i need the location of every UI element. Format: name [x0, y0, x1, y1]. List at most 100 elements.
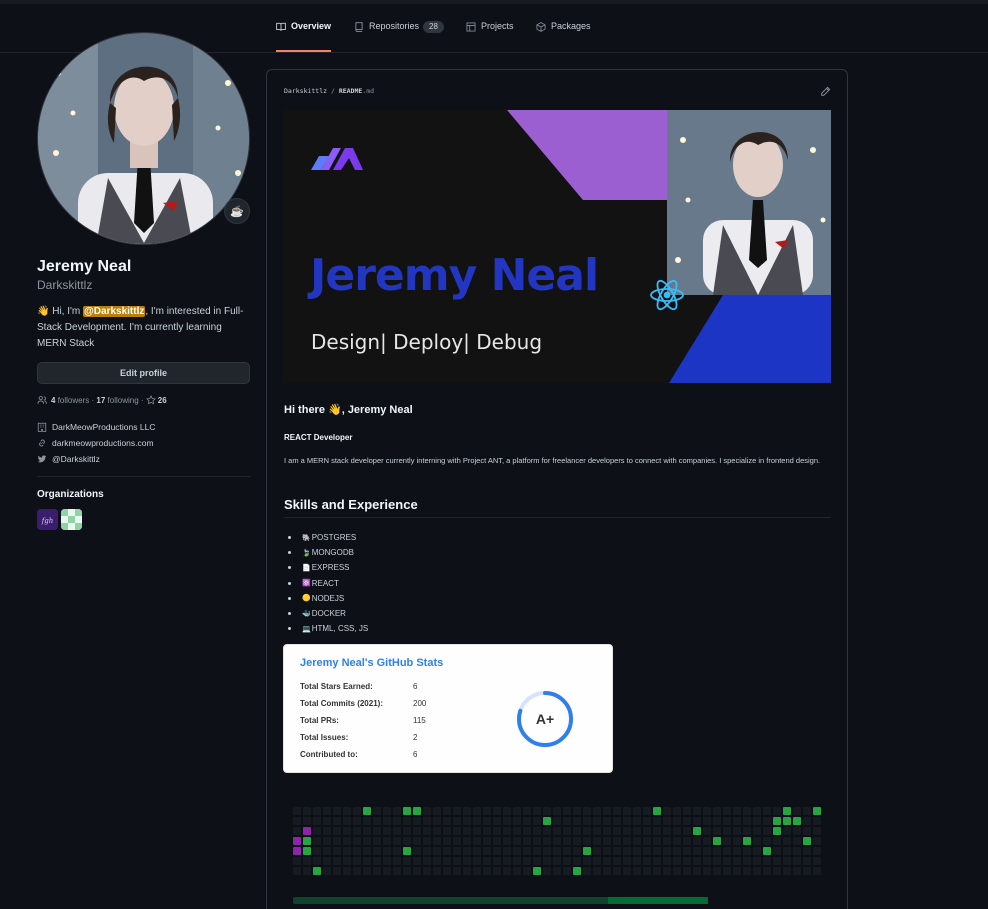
github-stats-card[interactable]: Jeremy Neal's GitHub Stats Total Stars E… — [283, 644, 613, 773]
contribution-cell[interactable] — [333, 837, 341, 845]
contribution-cell[interactable] — [603, 867, 611, 875]
contribution-cell[interactable] — [413, 857, 421, 865]
contribution-cell[interactable] — [713, 847, 721, 855]
contribution-cell[interactable] — [633, 827, 641, 835]
contribution-cell[interactable] — [313, 857, 321, 865]
contribution-cell[interactable] — [373, 817, 381, 825]
contribution-cell[interactable] — [553, 837, 561, 845]
contribution-cell[interactable] — [293, 817, 301, 825]
contribution-cell[interactable] — [643, 847, 651, 855]
contribution-cell[interactable] — [623, 867, 631, 875]
contribution-cell[interactable] — [343, 837, 351, 845]
contribution-cell[interactable] — [583, 817, 591, 825]
contribution-cell[interactable] — [303, 857, 311, 865]
contribution-cell[interactable] — [303, 847, 311, 855]
contribution-cell[interactable] — [433, 837, 441, 845]
contribution-cell[interactable] — [403, 827, 411, 835]
status-emoji-button[interactable]: ☕ — [224, 198, 250, 224]
contribution-cell[interactable] — [643, 817, 651, 825]
contribution-cell[interactable] — [493, 817, 501, 825]
contribution-cell[interactable] — [293, 857, 301, 865]
avatar[interactable] — [37, 32, 250, 245]
contribution-cell[interactable] — [493, 867, 501, 875]
contribution-cell[interactable] — [433, 807, 441, 815]
tab-repositories[interactable]: Repositories 28 — [354, 21, 444, 52]
contribution-cell[interactable] — [633, 867, 641, 875]
contribution-cell[interactable] — [613, 857, 621, 865]
contribution-cell[interactable] — [653, 847, 661, 855]
contribution-cell[interactable] — [603, 837, 611, 845]
contribution-cell[interactable] — [813, 857, 821, 865]
contribution-cell[interactable] — [373, 847, 381, 855]
contribution-cell[interactable] — [793, 827, 801, 835]
contribution-cell[interactable] — [493, 847, 501, 855]
contribution-cell[interactable] — [783, 827, 791, 835]
contribution-cell[interactable] — [393, 827, 401, 835]
contribution-cell[interactable] — [803, 857, 811, 865]
contribution-cell[interactable] — [443, 827, 451, 835]
contribution-cell[interactable] — [613, 807, 621, 815]
contribution-cell[interactable] — [523, 867, 531, 875]
contribution-cell[interactable] — [503, 837, 511, 845]
contribution-cell[interactable] — [703, 837, 711, 845]
contribution-cell[interactable] — [403, 867, 411, 875]
contribution-cell[interactable] — [303, 827, 311, 835]
contribution-cell[interactable] — [433, 817, 441, 825]
contribution-cell[interactable] — [793, 847, 801, 855]
contribution-cell[interactable] — [773, 867, 781, 875]
contribution-cell[interactable] — [393, 847, 401, 855]
contribution-cell[interactable] — [663, 817, 671, 825]
followers-link[interactable]: 4 followers — [51, 396, 89, 405]
contribution-cell[interactable] — [513, 807, 521, 815]
contribution-cell[interactable] — [553, 857, 561, 865]
contribution-cell[interactable] — [353, 817, 361, 825]
contribution-cell[interactable] — [663, 857, 671, 865]
contribution-cell[interactable] — [733, 867, 741, 875]
contribution-cell[interactable] — [343, 827, 351, 835]
contribution-cell[interactable] — [433, 857, 441, 865]
contribution-cell[interactable] — [423, 857, 431, 865]
contribution-cell[interactable] — [463, 847, 471, 855]
contribution-cell[interactable] — [603, 817, 611, 825]
contribution-cell[interactable] — [443, 847, 451, 855]
contribution-cell[interactable] — [603, 827, 611, 835]
contribution-cell[interactable] — [343, 867, 351, 875]
contribution-cell[interactable] — [523, 807, 531, 815]
contribution-cell[interactable] — [413, 867, 421, 875]
contribution-cell[interactable] — [803, 847, 811, 855]
contribution-cell[interactable] — [813, 847, 821, 855]
contribution-cell[interactable] — [773, 857, 781, 865]
contribution-cell[interactable] — [393, 867, 401, 875]
contribution-cell[interactable] — [743, 827, 751, 835]
contribution-cell[interactable] — [473, 807, 481, 815]
contribution-cell[interactable] — [333, 807, 341, 815]
contribution-cell[interactable] — [713, 837, 721, 845]
contribution-cell[interactable] — [493, 807, 501, 815]
contribution-cell[interactable] — [733, 847, 741, 855]
edit-profile-button[interactable]: Edit profile — [37, 362, 250, 384]
contribution-cell[interactable] — [543, 827, 551, 835]
contribution-cell[interactable] — [363, 857, 371, 865]
contribution-cell[interactable] — [563, 837, 571, 845]
contribution-cell[interactable] — [693, 837, 701, 845]
contribution-cell[interactable] — [573, 817, 581, 825]
contribution-cell[interactable] — [473, 817, 481, 825]
contribution-cell[interactable] — [603, 857, 611, 865]
contribution-cell[interactable] — [533, 857, 541, 865]
contribution-cell[interactable] — [683, 827, 691, 835]
contribution-cell[interactable] — [413, 807, 421, 815]
contribution-cell[interactable] — [693, 807, 701, 815]
contribution-cell[interactable] — [663, 837, 671, 845]
contribution-cell[interactable] — [773, 827, 781, 835]
contribution-cell[interactable] — [473, 837, 481, 845]
contribution-cell[interactable] — [633, 837, 641, 845]
contribution-cell[interactable] — [623, 827, 631, 835]
contribution-cell[interactable] — [763, 827, 771, 835]
contribution-cell[interactable] — [703, 827, 711, 835]
contribution-cell[interactable] — [593, 817, 601, 825]
contribution-cell[interactable] — [413, 817, 421, 825]
contribution-cell[interactable] — [513, 827, 521, 835]
contribution-cell[interactable] — [463, 837, 471, 845]
contribution-cell[interactable] — [593, 827, 601, 835]
contribution-cell[interactable] — [753, 807, 761, 815]
